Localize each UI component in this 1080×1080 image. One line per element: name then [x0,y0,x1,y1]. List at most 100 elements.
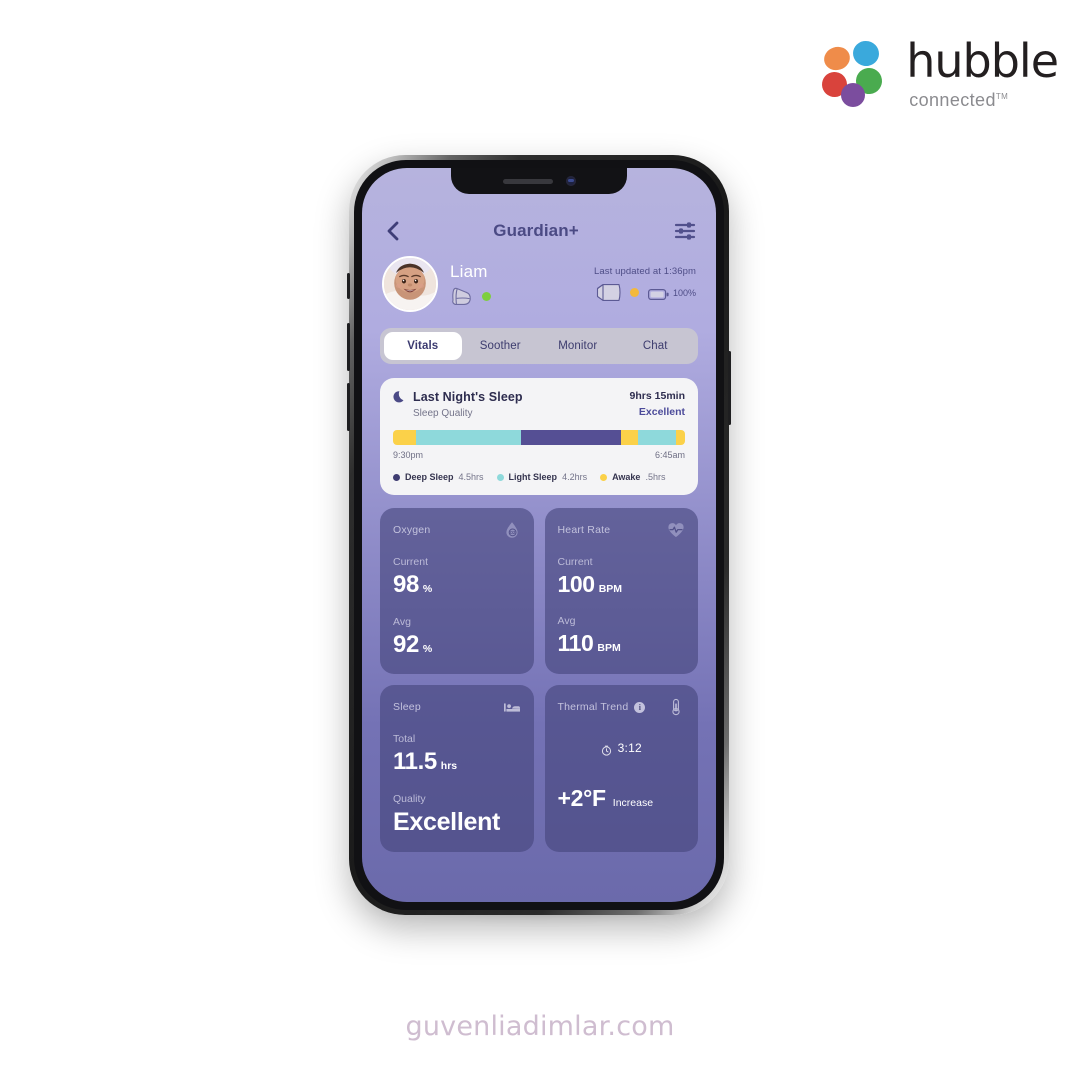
svg-text:O2: O2 [509,530,515,535]
legend-label-awake: Awake [612,472,641,482]
brand-name: hubble [906,34,1059,88]
sleep-segment-2-deep-sleep [521,430,621,445]
oxygen-card-title: Oxygen [393,524,431,536]
info-icon[interactable]: i [634,701,646,713]
legend-dot-awake [600,473,608,481]
legend-item-deep-sleep: Deep Sleep 4.5hrs [393,472,484,482]
sleep-hypnogram-bar[interactable] [393,430,685,445]
thermometer-icon [667,698,685,716]
avatar[interactable] [382,256,438,312]
earpiece-speaker [502,178,553,184]
swaddle-icon [450,286,473,306]
device-status-group: Last updated at 1:36pm 100% [594,266,696,302]
page-title: Guardian+ [493,221,579,240]
brand-wordmark: hubble connectedTM [906,34,1059,109]
o2-droplet-icon: O2 [503,521,521,539]
heart-rate-card-header: Heart Rate [558,521,686,539]
volume-up-button[interactable] [347,323,350,371]
thermal-delta-row: +2°F Increase [558,785,654,812]
bed-icon [503,698,521,716]
sleep-card-values: 9hrs 15min Excellent [630,390,685,418]
oxygen-avg-label: Avg [393,616,411,628]
legend-value-deep-sleep: 4.5hrs [458,472,484,482]
phone-mockup: Guardian+ Liam Last updated at 1:36pm 10… [347,155,731,920]
tab-monitor[interactable]: Monitor [539,332,617,360]
oxygen-current-label: Current [393,556,429,568]
oxygen-card[interactable]: Oxygen O2 Current 98 % Avg 92 % [380,508,534,674]
baby-status-icons [450,286,491,306]
baby-name: Liam [450,262,488,281]
heart-rate-avg-row: 110 BPM [558,630,686,657]
sleep-summary-card[interactable]: Sleep Total 11.5 hrs Quality Excellent [380,685,534,852]
hubble-brand-logo: hubble connectedTM [818,34,1059,109]
profile-row: Liam Last updated at 1:36pm 100% [362,242,716,312]
heart-rate-current-row: 100 BPM [558,571,686,598]
thermal-trend-word: Increase [612,797,654,809]
logo-petal-purple [841,82,866,107]
heart-rate-current-value: 100 [557,571,596,597]
clock-icon [601,743,612,756]
sleep-segment-3-awake [620,430,639,445]
heart-rate-avg-value: 110 [557,630,594,656]
sliders-icon[interactable] [674,221,696,241]
thermal-trend-card-header: Thermal Trend i [558,698,686,716]
volume-down-button[interactable] [347,383,350,431]
thermal-time-value: 3:12 [617,741,642,755]
phone-screen: Guardian+ Liam Last updated at 1:36pm 10… [362,168,716,902]
profile-meta: Liam [450,262,491,306]
battery-indicator: 100% [647,287,696,301]
last-updated-text: Last updated at 1:36pm [593,266,696,277]
sleep-quality-value: Excellent [393,808,501,836]
heart-pulse-icon [667,521,685,539]
heart-rate-current-label: Current [557,556,593,568]
sleep-total-value: 11.5 [393,748,437,775]
oxygen-avg-row: 92 % [393,631,521,659]
power-button[interactable] [728,351,731,425]
legend-item-awake: Awake .5hrs [600,472,665,482]
hubble-logo-mark [818,38,888,107]
heart-rate-card[interactable]: Heart Rate Current 100 BPM Avg 110 BPM [544,508,698,674]
legend-label-light-sleep: Light Sleep [508,472,558,482]
battery-icon [647,287,669,301]
last-night-sleep-card[interactable]: Last Night's Sleep Sleep Quality 9hrs 15… [380,378,698,495]
heart-rate-card-title: Heart Rate [557,524,611,536]
brand-trademark: TM [995,92,1009,101]
battery-percent: 100% [672,287,696,298]
brand-tagline-row: connectedTM [909,91,1058,109]
thermal-trend-body: 3:12 +2°F Increase [558,716,686,837]
thermal-delta-value: +2°F [557,785,607,811]
thermal-trend-card-title: Thermal Trend [557,701,629,713]
thermal-trend-card[interactable]: Thermal Trend i 3:12 +2°F Increase [544,685,698,852]
heart-rate-avg-label: Avg [557,615,576,627]
legend-value-awake: .5hrs [645,472,666,482]
legend-dot-light-sleep [496,473,504,481]
logo-petal-blue [850,38,882,68]
sleep-summary-card-title: Sleep [393,701,421,713]
legend-dot-deep-sleep [393,473,400,481]
oxygen-current-unit: % [422,583,433,595]
sleep-quality-row: Excellent [393,808,521,837]
tab-soother[interactable]: Soother [462,332,540,360]
sleep-card-heading-group: Last Night's Sleep Sleep Quality [393,390,523,419]
legend-value-light-sleep: 4.2hrs [562,472,588,482]
sleep-total-row: 11.5 hrs [393,748,521,776]
device-row: 100% [594,283,696,302]
tab-vitals[interactable]: Vitals [384,332,462,360]
camera-monitor-icon [596,283,621,302]
silent-switch[interactable] [347,273,350,299]
logo-petal-orange [821,43,854,73]
sleep-end-time: 6:45am [654,450,685,460]
heart-rate-current-unit: BPM [598,583,623,595]
metric-grid: Oxygen O2 Current 98 % Avg 92 % Heart Ra… [380,508,698,852]
oxygen-current-value: 98 [393,571,419,598]
tab-bar: Vitals Soother Monitor Chat [380,328,698,364]
sleep-card-subtitle: Sleep Quality [413,408,473,419]
sleep-time-axis: 9:30pm 6:45am [393,450,685,460]
phone-frame: Guardian+ Liam Last updated at 1:36pm 10… [347,155,731,915]
sleep-quality-value: Excellent [638,406,685,418]
front-camera-icon [565,176,576,186]
oxygen-card-header: Oxygen O2 [393,521,521,539]
tab-chat[interactable]: Chat [617,332,695,360]
oxygen-current-row: 98 % [393,571,521,599]
sleep-summary-card-header: Sleep [393,698,521,716]
